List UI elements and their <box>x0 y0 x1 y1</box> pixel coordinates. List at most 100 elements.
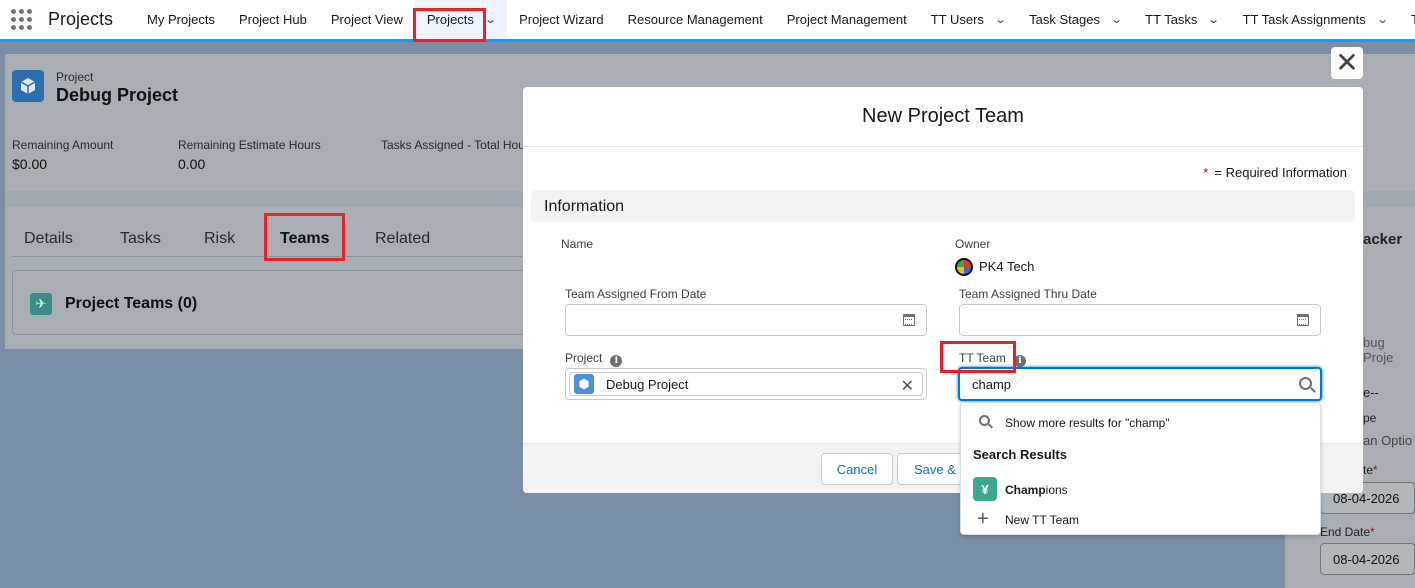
end-date-label: End Date <box>1320 525 1371 539</box>
required-star: * <box>1373 463 1378 477</box>
tt-team-input-text: champ <box>972 377 1012 392</box>
project-label-row: Project i <box>565 351 623 367</box>
nav-item-my-projects[interactable]: My Projects <box>135 0 227 39</box>
required-info-text: = Required Information <box>1214 165 1347 180</box>
thru-date-label: Team Assigned Thru Date <box>959 287 1097 301</box>
nav-item-label: TT Task Assignments <box>1242 12 1366 27</box>
nav-item-resource-management[interactable]: Resource Management <box>616 0 775 39</box>
search-icon <box>979 415 990 426</box>
start-date-label: te <box>1363 463 1374 477</box>
project-object-icon <box>574 374 594 394</box>
thru-date-input[interactable] <box>959 304 1321 336</box>
nav-item-truncated[interactable]: T <box>1399 0 1415 39</box>
nav-item-label: Project Management <box>786 12 907 27</box>
right-panel-text: pe <box>1363 411 1377 425</box>
section-information[interactable]: Information <box>531 190 1355 222</box>
clear-icon[interactable]: ✕ <box>901 376 914 396</box>
field-label-remaining-amount: Remaining Amount <box>12 138 114 152</box>
record-title: Debug Project <box>56 85 179 105</box>
nav-item-project-hub[interactable]: Project Hub <box>227 0 319 39</box>
nav-item-tt-tasks[interactable]: TT Tasks ⌄ <box>1133 0 1230 39</box>
search-results-heading: Search Results <box>973 447 1067 462</box>
app-name: Projects <box>48 9 114 29</box>
nav-item-label: Project View <box>330 12 403 27</box>
nav-item-task-stages[interactable]: Task Stages ⌄ <box>1017 0 1133 39</box>
plus-icon: + <box>977 508 989 530</box>
nav-item-label: My Projects <box>147 12 215 27</box>
modal-title: New Project Team <box>523 87 1363 147</box>
project-teams-card-title: Project Teams (0) <box>65 295 198 312</box>
nav-item-label: TT Tasks <box>1145 12 1198 27</box>
tt-team-search-input[interactable]: champ <box>958 367 1322 401</box>
result-match-text: Champ <box>1005 483 1046 497</box>
chevron-down-icon[interactable]: ⌄ <box>1376 13 1389 26</box>
field-label-tasks-assigned: Tasks Assigned - Total Hou <box>381 138 525 152</box>
tab-details[interactable]: Details <box>24 230 73 248</box>
calendar-icon[interactable] <box>903 314 915 326</box>
chevron-down-icon[interactable]: ⌄ <box>1110 13 1123 26</box>
new-tt-team-option[interactable]: New TT Team <box>1005 513 1079 527</box>
tab-teams[interactable]: Teams <box>280 230 330 248</box>
chevron-down-icon[interactable]: ⌄ <box>484 13 497 26</box>
owner-value[interactable]: PK4 Tech <box>979 259 1034 274</box>
result-rest-text: ions <box>1045 483 1068 497</box>
info-icon[interactable]: i <box>1013 355 1026 367</box>
tab-related[interactable]: Related <box>375 230 430 248</box>
owner-avatar <box>955 258 973 276</box>
required-star: * <box>1203 165 1209 180</box>
nav-item-tt-task-assignments[interactable]: TT Task Assignments ⌄ <box>1231 0 1399 39</box>
close-icon[interactable]: ✕ <box>1331 47 1363 79</box>
result-champions[interactable]: Champions <box>1005 483 1068 497</box>
cancel-button[interactable]: Cancel <box>821 453 893 485</box>
right-panel-text: e-- <box>1363 385 1379 400</box>
search-icon <box>1299 377 1312 390</box>
show-more-results-option[interactable]: Show more results for "champ" <box>1005 416 1170 430</box>
record-object-type: Project <box>56 70 94 84</box>
name-label: Name <box>561 237 594 251</box>
calendar-icon[interactable] <box>1297 314 1309 326</box>
nav-item-tt-users[interactable]: TT Users ⌄ <box>919 0 1017 39</box>
nav-item-label: Project Wizard <box>519 12 604 27</box>
project-lookup[interactable]: Debug Project ✕ <box>565 368 927 400</box>
project-object-icon <box>12 70 44 102</box>
field-value-remaining-amount: $0.00 <box>12 156 48 172</box>
nav-item-label: T <box>1411 12 1415 27</box>
nav-item-project-view[interactable]: Project View <box>319 0 415 39</box>
team-icon: ¥ <box>973 477 997 501</box>
tt-team-label: TT Team <box>959 351 1006 365</box>
tab-tasks[interactable]: Tasks <box>120 230 161 248</box>
app-launcher-icon[interactable] <box>11 8 32 32</box>
nav-item-label: Task Stages <box>1029 12 1100 27</box>
end-date-input[interactable]: 08-04-2026 <box>1320 543 1415 575</box>
project-pill: Debug Project ✕ <box>569 372 923 396</box>
field-value-remaining-estimate-hours: 0.00 <box>178 156 206 172</box>
required-info: * = Required Information <box>1203 165 1347 180</box>
tab-risk[interactable]: Risk <box>204 230 235 248</box>
right-panel-text: End Date* <box>1320 525 1375 539</box>
project-pill-label: Debug Project <box>606 376 689 392</box>
chevron-down-icon[interactable]: ⌄ <box>994 13 1007 26</box>
team-icon: ✈ <box>30 293 52 315</box>
nav-item-project-wizard[interactable]: Project Wizard <box>507 0 616 39</box>
owner-label: Owner <box>955 237 991 251</box>
nav-item-projects[interactable]: Projects ⌄ <box>414 0 508 39</box>
nav-item-label: Resource Management <box>627 12 763 27</box>
right-panel-text: an Optio <box>1363 433 1413 448</box>
field-label-remaining-estimate-hours: Remaining Estimate Hours <box>178 138 321 152</box>
project-label: Project <box>565 351 603 365</box>
info-icon[interactable]: i <box>610 355 623 367</box>
nav-item-label: TT Users <box>930 12 984 27</box>
global-nav: Projects My Projects Project Hub Project… <box>0 0 1415 42</box>
nav-item-project-management[interactable]: Project Management <box>775 0 919 39</box>
tabs-divider <box>12 256 522 257</box>
from-date-label: Team Assigned From Date <box>565 287 707 301</box>
nav-item-label: Project Hub <box>238 12 307 27</box>
tt-team-label-row: TT Team i <box>959 351 1026 367</box>
from-date-input[interactable] <box>565 304 927 336</box>
right-panel-text: bug Proje <box>1363 335 1394 365</box>
nav-item-label: Projects <box>426 12 474 27</box>
right-panel-text: te* <box>1363 463 1378 477</box>
tt-team-search-dropdown: Show more results for "champ" Search Res… <box>960 402 1321 535</box>
right-panel-title: acker <box>1363 231 1403 248</box>
chevron-down-icon[interactable]: ⌄ <box>1208 13 1221 26</box>
